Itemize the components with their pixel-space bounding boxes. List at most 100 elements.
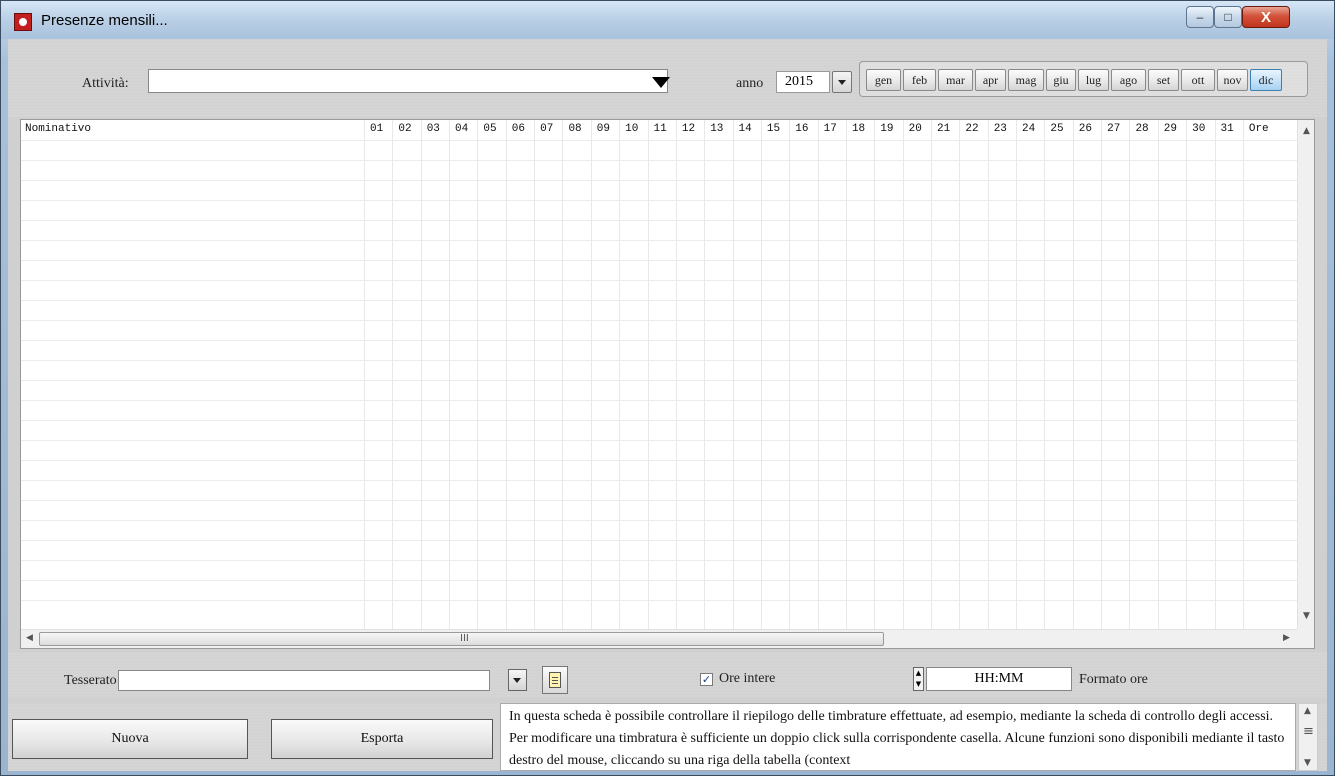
month-button-set[interactable]: set (1148, 69, 1179, 91)
header-day-08[interactable]: 08 (568, 123, 581, 135)
grid-row-line (21, 240, 1298, 241)
ore-intere-checkbox[interactable]: ✓ (700, 673, 713, 686)
month-button-ago[interactable]: ago (1111, 69, 1146, 91)
anno-label: anno (736, 76, 764, 91)
grid-column-line (789, 120, 790, 630)
header-day-10[interactable]: 10 (625, 123, 638, 135)
scroll-left-icon[interactable]: ◀ (26, 633, 33, 643)
vertical-scrollbar[interactable]: ▲ ▼ (1297, 120, 1314, 630)
tesserato-lookup-button[interactable] (542, 666, 568, 694)
grid-row-line (21, 280, 1298, 281)
scroll-down-icon[interactable]: ▼ (1303, 611, 1310, 621)
grid-column-line (704, 120, 705, 630)
header-day-22[interactable]: 22 (965, 123, 978, 135)
month-button-dic[interactable]: dic (1250, 69, 1282, 91)
header-day-02[interactable]: 02 (398, 123, 411, 135)
scroll-down-icon[interactable]: ▼ (1304, 758, 1311, 768)
header-ore[interactable]: Ore (1249, 123, 1269, 135)
tesserato-label: Tesserato (64, 673, 117, 688)
header-day-12[interactable]: 12 (682, 123, 695, 135)
header-day-27[interactable]: 27 (1107, 123, 1120, 135)
nuova-button[interactable]: Nuova (12, 719, 248, 759)
grid-column-line (506, 120, 507, 630)
month-button-nov[interactable]: nov (1217, 69, 1248, 91)
maximize-button[interactable]: □ (1214, 6, 1242, 28)
scroll-right-icon[interactable]: ▶ (1283, 633, 1290, 643)
header-day-19[interactable]: 19 (880, 123, 893, 135)
header-day-04[interactable]: 04 (455, 123, 468, 135)
scroll-grip: III (460, 633, 469, 644)
scroll-up-icon[interactable]: ▲ (1303, 126, 1310, 136)
header-day-18[interactable]: 18 (852, 123, 865, 135)
grid-column-line (903, 120, 904, 630)
month-button-ott[interactable]: ott (1181, 69, 1215, 91)
grid-row-line (21, 400, 1298, 401)
header-day-30[interactable]: 30 (1192, 123, 1205, 135)
header-day-07[interactable]: 07 (540, 123, 553, 135)
header-day-05[interactable]: 05 (483, 123, 496, 135)
format-spinner[interactable]: ▲ ▼ (913, 667, 924, 691)
grid-row-line (21, 440, 1298, 441)
header-day-06[interactable]: 06 (512, 123, 525, 135)
month-button-mag[interactable]: mag (1008, 69, 1044, 91)
grid-column-line (676, 120, 677, 630)
month-button-feb[interactable]: feb (903, 69, 936, 91)
month-button-gen[interactable]: gen (866, 69, 901, 91)
attivita-combo[interactable] (148, 69, 670, 93)
grid-row-line (21, 580, 1298, 581)
header-day-28[interactable]: 28 (1135, 123, 1148, 135)
spin-down-icon[interactable]: ▼ (914, 679, 923, 690)
grid-column-line (1129, 120, 1130, 630)
title-bar[interactable]: Presenze mensili... – □ X (1, 1, 1334, 39)
header-day-31[interactable]: 31 (1221, 123, 1234, 135)
month-button-mar[interactable]: mar (938, 69, 973, 91)
header-day-17[interactable]: 17 (824, 123, 837, 135)
anno-dropdown-button[interactable] (832, 71, 852, 93)
header-day-09[interactable]: 09 (597, 123, 610, 135)
header-day-29[interactable]: 29 (1164, 123, 1177, 135)
header-day-16[interactable]: 16 (795, 123, 808, 135)
header-day-01[interactable]: 01 (370, 123, 383, 135)
header-day-23[interactable]: 23 (994, 123, 1007, 135)
header-day-25[interactable]: 25 (1050, 123, 1063, 135)
header-day-20[interactable]: 20 (909, 123, 922, 135)
spin-up-icon[interactable]: ▲ (914, 668, 923, 679)
filter-toolbar: Attività: anno 2015 gen feb mar apr mag giu lu… (8, 39, 1327, 117)
ore-intere-label[interactable]: Ore intere (719, 671, 775, 687)
minimize-button[interactable]: – (1186, 6, 1214, 28)
header-day-03[interactable]: 03 (427, 123, 440, 135)
grid-row-line (21, 500, 1298, 501)
horizontal-scroll-thumb[interactable]: III (39, 632, 884, 646)
window-title: Presenze mensili... (41, 12, 168, 29)
grid-row-line (21, 480, 1298, 481)
header-day-14[interactable]: 14 (739, 123, 752, 135)
grid-row-line (21, 540, 1298, 541)
header-day-26[interactable]: 26 (1079, 123, 1092, 135)
help-scrollbar[interactable]: ▲ ≡ ▼ (1298, 703, 1318, 771)
header-nominativo[interactable]: Nominativo (25, 123, 91, 135)
month-button-apr[interactable]: apr (975, 69, 1006, 91)
header-day-15[interactable]: 15 (767, 123, 780, 135)
header-day-24[interactable]: 24 (1022, 123, 1035, 135)
header-day-11[interactable]: 11 (654, 123, 667, 135)
grid-column-line (449, 120, 450, 630)
grid-row-line (21, 140, 1298, 141)
anno-field[interactable]: 2015 (776, 71, 830, 93)
month-button-lug[interactable]: lug (1078, 69, 1109, 91)
grid-row-line (21, 460, 1298, 461)
format-field[interactable]: HH:MM (926, 667, 1072, 691)
horizontal-scrollbar[interactable]: ◀ III ▶ (21, 629, 1298, 648)
tesserato-input[interactable] (118, 670, 490, 691)
scroll-grip-icon[interactable]: ≡ (1303, 724, 1314, 739)
close-button[interactable]: X (1242, 6, 1290, 28)
grid-column-line (1186, 120, 1187, 630)
attivita-dropdown-icon[interactable] (652, 77, 670, 88)
grid-body[interactable]: Nominativo 01 02 03 04 05 06 07 08 09 10 11 12 13 14 1… (21, 120, 1298, 630)
attendance-grid[interactable]: Nominativo 01 02 03 04 05 06 07 08 09 10 11 12 13 14 1… (20, 119, 1315, 649)
scroll-up-icon[interactable]: ▲ (1304, 706, 1311, 716)
tesserato-dropdown-button[interactable] (508, 669, 527, 691)
header-day-13[interactable]: 13 (710, 123, 723, 135)
month-button-giu[interactable]: giu (1046, 69, 1076, 91)
esporta-button[interactable]: Esporta (271, 719, 493, 759)
header-day-21[interactable]: 21 (937, 123, 950, 135)
